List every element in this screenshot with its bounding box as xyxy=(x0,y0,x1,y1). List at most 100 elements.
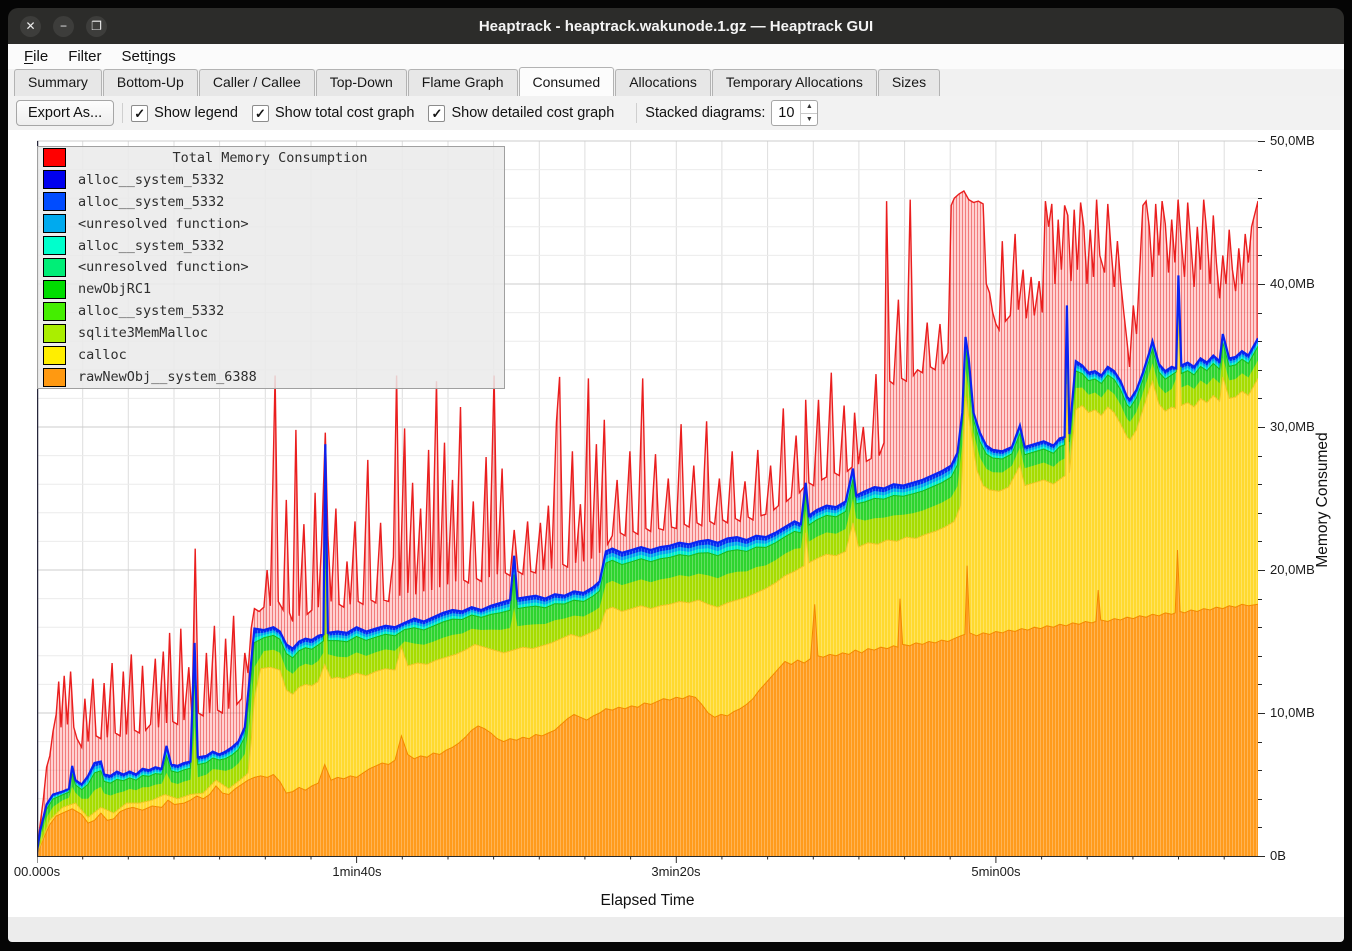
checkbox-label: Show total cost graph xyxy=(275,105,414,121)
checkbox-box[interactable]: ✓ xyxy=(252,105,269,122)
titlebar[interactable]: ✕−❐ Heaptrack - heaptrack.wakunode.1.gz … xyxy=(8,8,1344,44)
statusbar xyxy=(8,917,1344,942)
legend-item-label: calloc xyxy=(78,347,127,363)
tab-top-down[interactable]: Top-Down xyxy=(316,69,407,96)
y-axis-tick xyxy=(1258,684,1262,685)
tab-allocations[interactable]: Allocations xyxy=(615,69,711,96)
x-axis-tick-label: 1min40s xyxy=(312,864,402,879)
legend-item: <unresolved function> xyxy=(38,213,504,235)
checkbox-show-legend[interactable]: ✓ Show legend xyxy=(131,105,238,122)
legend-item-label: alloc__system_5332 xyxy=(78,194,224,210)
y-axis-tick xyxy=(1258,827,1262,828)
x-axis-tick-label: 5min00s xyxy=(951,864,1041,879)
y-axis-tick-label: 20,0MB xyxy=(1270,562,1315,577)
spin-arrows: ▲ ▼ xyxy=(800,101,817,125)
stacked-diagrams-value[interactable]: 10 xyxy=(772,101,800,125)
checkbox-label: Show detailed cost graph xyxy=(451,105,614,121)
checkbox-show-detailed-cost-graph[interactable]: ✓ Show detailed cost graph xyxy=(428,105,614,122)
legend-title: Total Memory Consumption xyxy=(36,150,504,166)
legend-swatch xyxy=(43,346,66,365)
y-axis-tick xyxy=(1258,484,1262,485)
y-axis-tick-label: 50,0MB xyxy=(1270,133,1315,148)
window-controls: ✕−❐ xyxy=(8,16,107,37)
y-axis-tick xyxy=(1258,227,1262,228)
legend-swatch xyxy=(43,368,66,387)
tab-temporary-allocations[interactable]: Temporary Allocations xyxy=(712,69,877,96)
y-axis-tick-label: 40,0MB xyxy=(1270,276,1315,291)
toolbar-checkboxes: ✓ Show legend ✓ Show total cost graph ✓ Show … xyxy=(131,105,628,122)
y-axis-tick xyxy=(1258,170,1262,171)
legend-swatch xyxy=(43,170,66,189)
x-axis-tick-label: 3min20s xyxy=(631,864,721,879)
y-axis-tick xyxy=(1258,398,1262,399)
toolbar: Export As... ✓ Show legend ✓ Show total cos… xyxy=(8,96,1344,130)
legend-item: <unresolved function> xyxy=(38,257,504,279)
y-axis-tick xyxy=(1258,198,1262,199)
legend-swatch xyxy=(43,214,66,233)
legend-swatch xyxy=(43,236,66,255)
menubar: FileFilterSettings xyxy=(8,44,1344,69)
legend-swatch xyxy=(43,324,66,343)
export-as-button[interactable]: Export As... xyxy=(16,100,114,126)
tab-sizes[interactable]: Sizes xyxy=(878,69,940,96)
tab-consumed[interactable]: Consumed xyxy=(519,67,615,96)
tab-flame-graph[interactable]: Flame Graph xyxy=(408,69,518,96)
toolbar-separator xyxy=(122,103,123,123)
menu-filter[interactable]: Filter xyxy=(58,46,111,67)
toolbar-separator xyxy=(636,103,637,123)
spin-down-icon[interactable]: ▼ xyxy=(801,113,817,126)
menu-file[interactable]: File xyxy=(14,46,58,67)
window-title: Heaptrack - heaptrack.wakunode.1.gz — He… xyxy=(8,18,1344,35)
stacked-diagrams-label: Stacked diagrams: xyxy=(645,105,765,121)
y-axis-tick xyxy=(1258,541,1262,542)
legend-swatch xyxy=(43,258,66,277)
legend-swatch xyxy=(43,280,66,299)
y-axis-tick-label: 0B xyxy=(1270,848,1286,863)
tab-caller-callee[interactable]: Caller / Callee xyxy=(199,69,315,96)
menu-settings[interactable]: Settings xyxy=(112,46,186,67)
y-axis-tick xyxy=(1258,627,1262,628)
legend-item: newObjRC1 xyxy=(38,278,504,300)
y-axis-tick xyxy=(1258,770,1262,771)
heaptrack-window: ✕−❐ Heaptrack - heaptrack.wakunode.1.gz … xyxy=(0,0,1352,951)
y-axis-tick-label: 30,0MB xyxy=(1270,419,1315,434)
chart-legend: Total Memory Consumption alloc__system_53… xyxy=(37,146,505,389)
spin-up-icon[interactable]: ▲ xyxy=(801,101,817,113)
y-axis-tick xyxy=(1258,427,1265,428)
checkbox-box[interactable]: ✓ xyxy=(131,105,148,122)
legend-item-label: rawNewObj__system_6388 xyxy=(78,369,257,385)
y-axis-tick xyxy=(1258,341,1262,342)
checkbox-show-total-cost-graph[interactable]: ✓ Show total cost graph xyxy=(252,105,414,122)
tab-summary[interactable]: Summary xyxy=(14,69,102,96)
y-axis-tick xyxy=(1258,570,1265,571)
legend-item-label: <unresolved function> xyxy=(78,216,249,232)
y-axis-tick xyxy=(1258,284,1265,285)
legend-item-label: sqlite3MemMalloc xyxy=(78,325,208,341)
legend-title-row: Total Memory Consumption xyxy=(38,147,504,169)
tab-bottom-up[interactable]: Bottom-Up xyxy=(103,69,198,96)
legend-item: rawNewObj__system_6388 xyxy=(38,366,504,388)
minimize-button[interactable]: − xyxy=(53,16,74,37)
stacked-diagrams-spinbox[interactable]: 10 ▲ ▼ xyxy=(771,100,818,126)
close-button[interactable]: ✕ xyxy=(20,16,41,37)
legend-item: sqlite3MemMalloc xyxy=(38,322,504,344)
legend-item-label: newObjRC1 xyxy=(78,281,151,297)
y-axis-tick xyxy=(1258,713,1265,714)
y-axis-tick xyxy=(1258,141,1265,142)
y-axis-tick xyxy=(1258,313,1262,314)
y-axis-tick xyxy=(1258,856,1265,857)
legend-item-label: <unresolved function> xyxy=(78,259,249,275)
y-axis-tick xyxy=(1258,742,1262,743)
legend-item-label: alloc__system_5332 xyxy=(78,172,224,188)
legend-item: alloc__system_5332 xyxy=(38,300,504,322)
x-axis-title: Elapsed Time xyxy=(37,892,1258,910)
legend-item-label: alloc__system_5332 xyxy=(78,238,224,254)
y-axis-tick xyxy=(1258,456,1262,457)
y-axis-tick xyxy=(1258,599,1262,600)
legend-swatch xyxy=(43,302,66,321)
y-axis-tick xyxy=(1258,255,1262,256)
maximize-button[interactable]: ❐ xyxy=(86,16,107,37)
checkbox-box[interactable]: ✓ xyxy=(428,105,445,122)
tab-bar: SummaryBottom-UpCaller / CalleeTop-DownF… xyxy=(8,69,1344,96)
checkbox-label: Show legend xyxy=(154,105,238,121)
